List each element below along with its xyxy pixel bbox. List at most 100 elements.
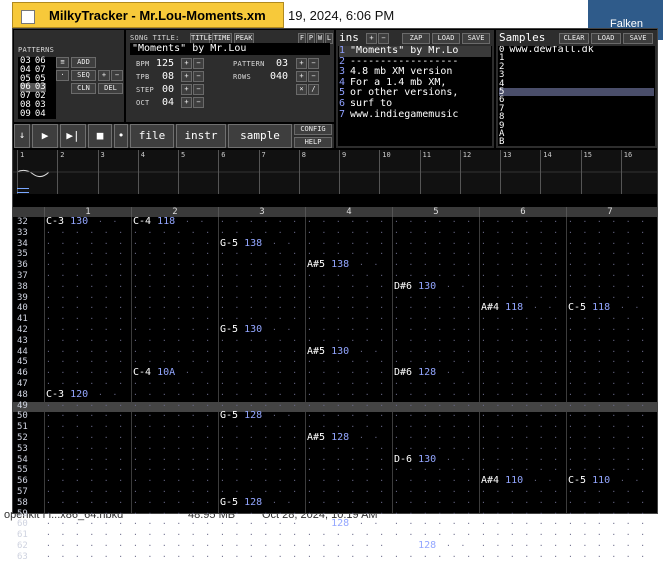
- pattern-cell[interactable]: G-5 130: [220, 324, 262, 336]
- pattern-cell-empty[interactable]: · · · · · · · · · · · ·: [394, 314, 477, 325]
- pattern-cell-empty[interactable]: · · · · · · · · · · · ·: [133, 271, 216, 282]
- pattern-cell-empty[interactable]: · · · · · · · · · · · ·: [481, 411, 564, 422]
- tpb-inc-button[interactable]: +: [181, 71, 192, 82]
- pattern-cell-empty[interactable]: · · · · · · · · · · · ·: [307, 314, 390, 325]
- pattern-cell-empty[interactable]: · · · · · · · · · · · ·: [394, 465, 477, 476]
- bpm-dec-button[interactable]: −: [193, 58, 204, 69]
- pattern-cell-empty[interactable]: · · · · · · · · · · · ·: [133, 411, 216, 422]
- instrument-list[interactable]: 1 "Moments" by Mr.Lo 2 ------------------ 3 4…: [338, 46, 492, 146]
- pattern-cell-empty[interactable]: · · · · · · · · · · · ·: [220, 249, 303, 260]
- pattern-cell-empty[interactable]: · · · · · · · · · · · ·: [307, 271, 390, 282]
- pattern-cell-empty[interactable]: · · · · · · · · · · · ·: [220, 260, 303, 271]
- pattern-cell-empty[interactable]: · · · · · · · · · · · ·: [46, 368, 129, 379]
- scope-channel[interactable]: 15: [580, 150, 621, 194]
- pattern-cell-empty[interactable]: · · · · · · · · · · · ·: [46, 303, 129, 314]
- pattern-cell-empty[interactable]: · · · · · · · · · · · ·: [394, 260, 477, 271]
- pattern-cell-empty[interactable]: · · · · · · · · · · · ·: [46, 433, 129, 444]
- pattern-cell-empty[interactable]: · · · · · · · · · · · ·: [481, 519, 564, 530]
- window-titlebar[interactable]: MilkyTracker - Mr.Lou-Moments.xm: [12, 2, 284, 28]
- pattern-cell-empty[interactable]: · · · · · · · · · · · ·: [133, 347, 216, 358]
- pattern-cell-empty[interactable]: · · · · · · · · · · · ·: [307, 390, 390, 401]
- sample-item[interactable]: 0 www.dewfall.dk: [499, 46, 654, 55]
- pattern-cell-empty[interactable]: · · · · · · · · · · · ·: [307, 498, 390, 509]
- pattern-cell-empty[interactable]: · · · · · · · · · · · ·: [481, 498, 564, 509]
- pattern-cell-empty[interactable]: · · · · · · · · · · · ·: [481, 282, 564, 293]
- pattern-cell-empty[interactable]: · · · · · · · · · · · ·: [394, 433, 477, 444]
- scope-channel[interactable]: 13: [500, 150, 540, 194]
- stop-icon[interactable]: ■: [88, 124, 112, 148]
- pattern-cell-empty[interactable]: · · · · · · · · · · · ·: [133, 314, 216, 325]
- pattern-cell-empty[interactable]: · · · · · · · · · · · ·: [46, 239, 129, 250]
- pattern-cell-empty[interactable]: · · · · · · · · · · · ·: [133, 509, 216, 520]
- pattern-cell-empty[interactable]: · · · · · · · · · · · ·: [394, 347, 477, 358]
- pattern-cell-empty[interactable]: · · · · · · · · · · · ·: [481, 368, 564, 379]
- pattern-cell-empty[interactable]: · · · · · · · · · · · ·: [220, 271, 303, 282]
- pattern-cell-empty[interactable]: · · · · · · · · · · · ·: [481, 357, 564, 368]
- pattern-cell[interactable]: D#6 128: [394, 367, 436, 379]
- pattern-cell-empty[interactable]: · · · · · · · · · · · ·: [394, 293, 477, 304]
- pattern-cell-empty[interactable]: · · · · · · · · · · · ·: [220, 476, 303, 487]
- pattern-cell-empty[interactable]: · · · · · · · · · · · ·: [394, 487, 477, 498]
- pattern-cell-empty[interactable]: · · · · · · · · · · · ·: [568, 390, 651, 401]
- pattern-cell-empty[interactable]: · · · · · · · · · · · ·: [394, 390, 477, 401]
- pattern-cell-empty[interactable]: · · · · · · · · · · · ·: [568, 347, 651, 358]
- pattern-cell-empty[interactable]: · · · · · · · · · · · ·: [220, 465, 303, 476]
- instrument-dec-button[interactable]: −: [378, 33, 389, 44]
- pattern-cell-empty[interactable]: · · · · · · · · · · · ·: [220, 509, 303, 520]
- pattern-cell-empty[interactable]: · · · · · · · · · · · ·: [481, 552, 564, 563]
- pattern-cell[interactable]: G-5 128: [220, 497, 262, 509]
- pattern-cell-empty[interactable]: · · · · · · · · · · · ·: [394, 411, 477, 422]
- pattern-cell-empty[interactable]: · · · · · · · · · · · ·: [46, 455, 129, 466]
- step-inc-button[interactable]: +: [181, 84, 192, 95]
- scope-channel[interactable]: 7: [258, 150, 299, 194]
- pattern-cell-empty[interactable]: · · · · · · · · · · · ·: [220, 444, 303, 455]
- pattern-cell-empty[interactable]: · · · · · · · · · · · ·: [133, 336, 216, 347]
- pattern-cell-empty[interactable]: · · · · · · · · · · · ·: [133, 401, 216, 412]
- sample-item[interactable]: 7: [499, 104, 654, 113]
- oct-inc-button[interactable]: +: [181, 97, 192, 108]
- orderlist-seq-icon[interactable]: ·: [56, 70, 69, 81]
- pattern-cell-empty[interactable]: · · · · · · · · · · · ·: [220, 541, 303, 552]
- pattern-cell-empty[interactable]: · · · · · · · · · · · ·: [220, 530, 303, 541]
- pattern-cell[interactable]: D#6 128: [394, 540, 436, 552]
- channel-header[interactable]: 4: [305, 207, 392, 217]
- seq-button[interactable]: SEQ: [71, 70, 96, 81]
- pattern-cell-empty[interactable]: · · · · · · · · · · · ·: [394, 249, 477, 260]
- pattern-cell-empty[interactable]: · · · · · · · · · · · ·: [220, 433, 303, 444]
- pattern-cell-empty[interactable]: · · · · · · · · · · · ·: [568, 401, 651, 412]
- pattern-cell[interactable]: A#4 110: [481, 475, 523, 487]
- instrument-zap-button[interactable]: ZAP: [402, 33, 430, 44]
- pattern-cell-empty[interactable]: · · · · · · · · · · · ·: [481, 455, 564, 466]
- pattern-cell-empty[interactable]: · · · · · · · · · · · ·: [307, 239, 390, 250]
- scope-channel[interactable]: 10: [379, 150, 419, 194]
- pattern-cell-empty[interactable]: · · · · · · · · · · · ·: [568, 552, 651, 563]
- pattern-cell-empty[interactable]: · · · · · · · · · · · ·: [481, 509, 564, 520]
- pattern-cell-empty[interactable]: · · · · · · · · · · · ·: [307, 293, 390, 304]
- pattern-cell[interactable]: C-3 130: [46, 216, 88, 228]
- pattern-cell-empty[interactable]: · · · · · · · · · · · ·: [46, 401, 129, 412]
- orderlist[interactable]: 03 06 04 07 05 05 06 03 07 02 08 03 09 04: [18, 57, 56, 119]
- pattern-cell-empty[interactable]: · · · · · · · · · · · ·: [394, 303, 477, 314]
- pattern-cell-empty[interactable]: · · · · · · · · · · · ·: [133, 487, 216, 498]
- pattern-cell[interactable]: G-5 128: [220, 410, 262, 422]
- step-dec-button[interactable]: −: [193, 84, 204, 95]
- pattern-cell-empty[interactable]: · · · · · · · · · · · ·: [568, 541, 651, 552]
- del-button[interactable]: DEL: [98, 83, 123, 94]
- pattern-cell-empty[interactable]: · · · · · · · · · · · ·: [481, 422, 564, 433]
- sample-item[interactable]: 2: [499, 62, 654, 71]
- pattern-cell-empty[interactable]: · · · · · · · · · · · ·: [307, 552, 390, 563]
- sample-list[interactable]: 0 www.dewfall.dk 1 2 3 4 5 6 7 8 9 A B: [498, 46, 655, 146]
- pattern-cell-empty[interactable]: · · · · · · · · · · · ·: [133, 260, 216, 271]
- instrument-item[interactable]: 7 www.indiegamemusic: [339, 109, 458, 121]
- play-song-icon[interactable]: ▶: [32, 124, 58, 148]
- pattern-cell-empty[interactable]: · · · · · · · · · · · ·: [133, 455, 216, 466]
- sample-button[interactable]: sample: [228, 124, 292, 148]
- scope-channel[interactable]: 16: [620, 150, 661, 194]
- pattern-cell-empty[interactable]: · · · · · · · · · · · ·: [568, 509, 651, 520]
- pattern-cell-empty[interactable]: · · · · · · · · · · · ·: [307, 228, 390, 239]
- pattern-cell-empty[interactable]: · · · · · · · · · · · ·: [220, 282, 303, 293]
- pattern-cell-empty[interactable]: · · · · · · · · · · · ·: [46, 487, 129, 498]
- pattern-cell-empty[interactable]: · · · · · · · · · · · ·: [568, 368, 651, 379]
- pattern-cell-empty[interactable]: · · · · · · · · · · · ·: [307, 325, 390, 336]
- sample-clear-button[interactable]: CLEAR: [559, 33, 589, 44]
